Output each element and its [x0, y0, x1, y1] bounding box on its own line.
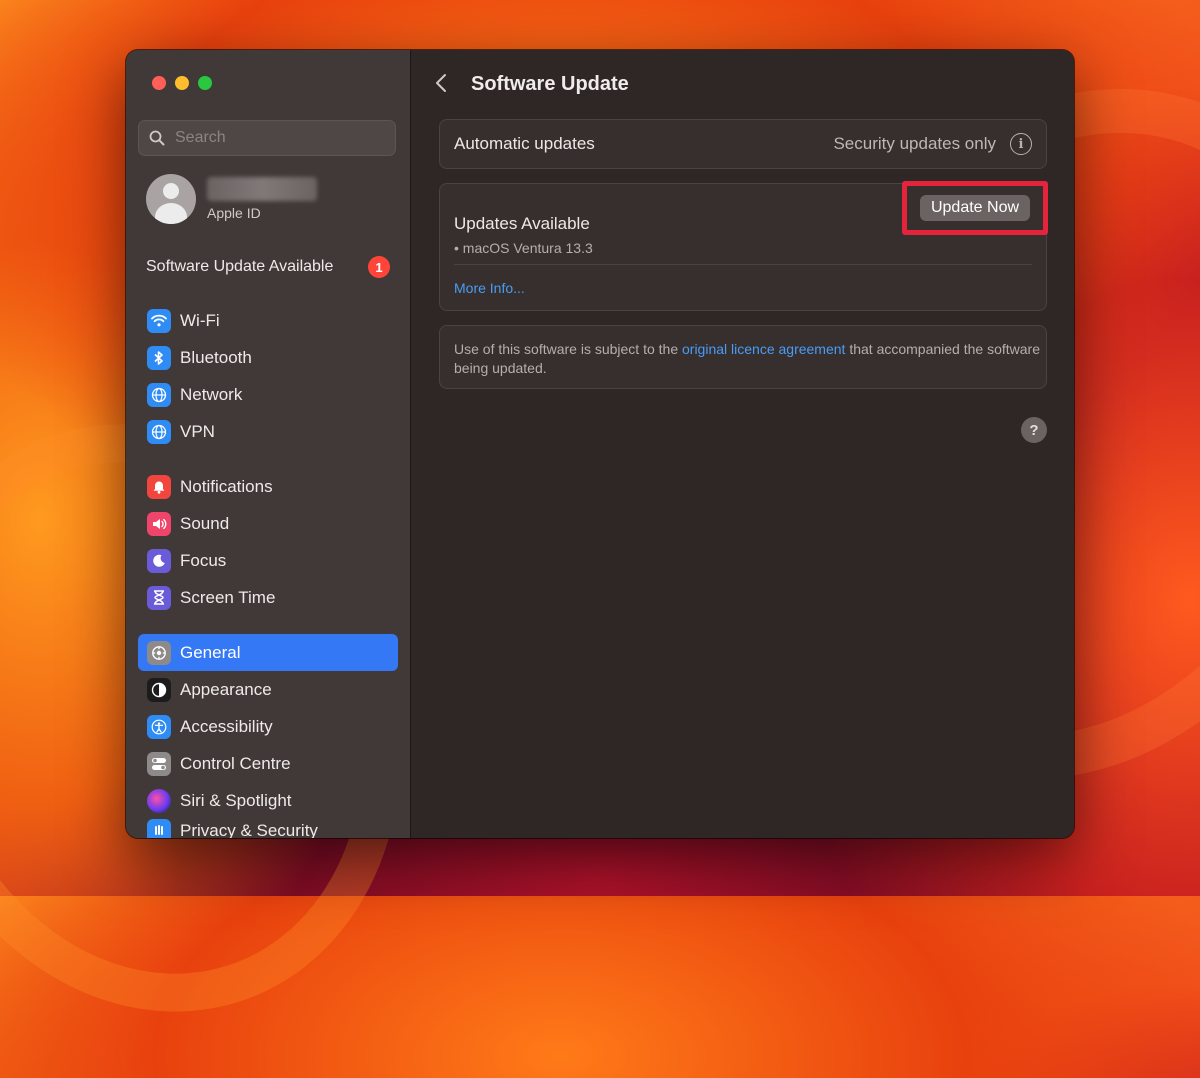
appearance-icon — [147, 677, 171, 702]
licence-text: Use of this software is subject to the o… — [454, 341, 1040, 376]
licence-agreement-link[interactable]: original licence agreement — [682, 341, 845, 357]
account-name-redacted — [207, 177, 317, 201]
minimize-window-button[interactable] — [175, 76, 189, 90]
update-now-highlight: Update Now — [902, 181, 1048, 235]
apple-id-label: Apple ID — [207, 205, 261, 221]
bell-icon — [147, 474, 171, 499]
sidebar-item-wifi[interactable]: Wi-Fi — [138, 302, 398, 339]
sidebar-item-label: Appearance — [180, 679, 272, 699]
sidebar-item-label: Sound — [180, 513, 230, 533]
sidebar-item-network[interactable]: Network — [138, 376, 398, 413]
update-now-button[interactable]: Update Now — [919, 195, 1031, 221]
automatic-updates-row: Automatic updates Security updates only … — [439, 119, 1047, 169]
window-controls — [152, 76, 212, 90]
sidebar-item-privacy-security[interactable]: Privacy & Security — [138, 819, 398, 838]
apple-id-account[interactable]: Apple ID — [146, 174, 317, 224]
sidebar-item-control-centre[interactable]: Control Centre — [138, 745, 398, 782]
update-item-macos: • macOS Ventura 13.3 — [454, 240, 593, 256]
search-input[interactable] — [173, 128, 377, 148]
close-window-button[interactable] — [152, 76, 166, 90]
chevron-left-icon — [436, 74, 446, 92]
software-update-available-item[interactable]: Software Update Available 1 — [146, 256, 390, 278]
more-info-link[interactable]: More Info... — [454, 280, 525, 296]
sidebar-item-label: Screen Time — [180, 587, 276, 607]
moon-icon — [147, 548, 171, 573]
automatic-updates-label: Automatic updates — [454, 134, 595, 153]
system-settings-window: Apple ID Software Update Available 1 Wi-… — [126, 50, 1074, 838]
page-header: Software Update — [435, 70, 629, 98]
sidebar-item-vpn[interactable]: VPN — [138, 413, 398, 450]
sidebar-item-label: Siri & Spotlight — [180, 790, 292, 810]
update-count-badge: 1 — [368, 256, 390, 278]
sidebar-item-general[interactable]: General — [138, 634, 398, 671]
sidebar-item-appearance[interactable]: Appearance — [138, 671, 398, 708]
sidebar-group-notifications: Notifications Sound Focus Screen Time — [138, 468, 398, 616]
main-pane: Software Update Automatic updates Securi… — [411, 50, 1074, 838]
sidebar-item-label: General — [180, 642, 241, 662]
sidebar-group-general: General Appearance Accessibility Control… — [138, 634, 398, 838]
bluetooth-icon — [147, 345, 171, 370]
sidebar-item-sound[interactable]: Sound — [138, 505, 398, 542]
back-button[interactable] — [435, 70, 449, 98]
zoom-window-button[interactable] — [198, 76, 212, 90]
sidebar-item-label: Notifications — [180, 476, 273, 496]
wifi-icon — [147, 308, 171, 333]
page-title: Software Update — [471, 72, 629, 95]
sidebar-item-label: Accessibility — [180, 716, 273, 736]
gear-icon — [147, 640, 171, 665]
sidebar-item-label: Network — [180, 384, 243, 404]
sidebar-item-label: Wi-Fi — [180, 310, 220, 330]
licence-note: Use of this software is subject to the o… — [439, 325, 1047, 389]
sidebar-item-notifications[interactable]: Notifications — [138, 468, 398, 505]
search-field[interactable] — [138, 120, 396, 156]
hourglass-icon — [147, 585, 171, 610]
sidebar-item-label: VPN — [180, 421, 215, 441]
automatic-updates-value: Security updates only — [833, 134, 996, 153]
speaker-icon — [147, 511, 171, 536]
avatar — [146, 174, 196, 224]
search-icon — [149, 130, 165, 146]
sidebar-item-label: Control Centre — [180, 753, 291, 773]
sidebar-item-label: Privacy & Security — [180, 821, 318, 838]
help-button[interactable]: ? — [1021, 417, 1047, 443]
sidebar-item-screen-time[interactable]: Screen Time — [138, 579, 398, 616]
info-icon[interactable]: i — [1010, 133, 1032, 155]
hand-icon — [147, 819, 171, 838]
siri-icon — [147, 788, 171, 813]
sidebar: Apple ID Software Update Available 1 Wi-… — [126, 50, 411, 838]
globe-icon — [147, 382, 171, 407]
sidebar-item-accessibility[interactable]: Accessibility — [138, 708, 398, 745]
sidebar-item-siri-spotlight[interactable]: Siri & Spotlight — [138, 782, 398, 819]
switches-icon — [147, 751, 171, 776]
updates-available-title: Updates Available — [454, 214, 590, 233]
accessibility-icon — [147, 714, 171, 739]
sidebar-item-focus[interactable]: Focus — [138, 542, 398, 579]
sidebar-item-bluetooth[interactable]: Bluetooth — [138, 339, 398, 376]
globe-icon — [147, 419, 171, 444]
software-update-available-label: Software Update Available — [146, 258, 334, 275]
sidebar-group-network: Wi-Fi Bluetooth Network VPN — [138, 302, 398, 450]
sidebar-item-label: Bluetooth — [180, 347, 252, 367]
sidebar-item-label: Focus — [180, 550, 227, 570]
updates-available-card: Updates Available Update Now • macOS Ven… — [439, 181, 1048, 311]
